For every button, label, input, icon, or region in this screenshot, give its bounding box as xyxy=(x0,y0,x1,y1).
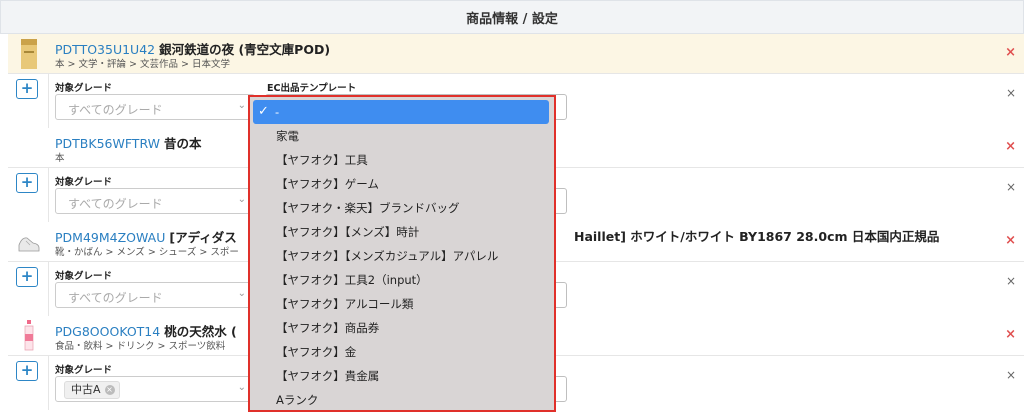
product-code-link[interactable]: PDM49M4ZOWAU xyxy=(55,230,165,245)
chevron-down-icon: ⌄ xyxy=(237,100,246,111)
product-code-link[interactable]: PDTBK56WFTRW xyxy=(55,136,160,151)
dropdown-option[interactable]: 【ヤフオク】貴金属 xyxy=(250,364,554,388)
dropdown-option[interactable]: 【ヤフオク・楽天】ブランドバッグ xyxy=(250,196,554,220)
grade-chip-label: 中古A xyxy=(71,383,101,396)
product-name: 桃の天然水 ( xyxy=(164,324,237,339)
grade-select[interactable]: すべてのグレード ⌄ xyxy=(55,282,255,308)
dropdown-option[interactable]: 【ヤフオク】工具2（input） xyxy=(250,268,554,292)
chip-remove-icon[interactable]: × xyxy=(104,385,115,395)
ec-template-label: EC出品テンプレート xyxy=(267,83,357,94)
dropdown-option[interactable]: 【ヤフオク】アルコール類 xyxy=(250,292,554,316)
dropdown-option[interactable]: 【ヤフオク】【メンズ】時計 xyxy=(250,220,554,244)
add-grade-button[interactable]: + xyxy=(16,267,38,287)
grade-label: 対象グレード xyxy=(55,177,113,188)
grade-select[interactable]: 中古A × ⌄ xyxy=(55,376,255,402)
panel-header: 商品情報 / 設定 xyxy=(0,0,1024,34)
product-name: 昔の本 xyxy=(163,136,202,151)
checkmark-icon: ✓ xyxy=(258,104,269,119)
dropdown-option[interactable]: Aランク xyxy=(250,388,554,410)
product-code-link[interactable]: PDTTO35U1U42 xyxy=(55,42,155,57)
product-name: [アディダス xyxy=(169,230,237,245)
remove-product-icon[interactable]: × xyxy=(1005,233,1016,248)
product-name-continued: Haillet] ホワイト/ホワイト BY1867 28.0cm 日本国内正規品 xyxy=(574,229,940,244)
product-settings-panel: 商品情報 / 設定 PDTTO35U1U42 銀河鉄道の夜 (青空文庫POD) … xyxy=(0,0,1024,417)
grade-label: 対象グレード xyxy=(55,271,113,282)
dropdown-option[interactable]: 【ヤフオク】工具 xyxy=(250,148,554,172)
add-grade-button[interactable]: + xyxy=(16,173,38,193)
bottle-thumbnail xyxy=(24,320,34,351)
dropdown-option[interactable]: 【ヤフオク】ゲーム xyxy=(250,172,554,196)
remove-row-icon[interactable]: × xyxy=(1006,274,1016,288)
grade-select[interactable]: すべてのグレード ⌄ xyxy=(55,94,255,120)
dropdown-option[interactable]: 【ヤフオク】金 xyxy=(250,340,554,364)
grade-label: 対象グレード xyxy=(55,365,113,376)
chevron-down-icon: ⌄ xyxy=(237,382,246,393)
shoe-thumbnail xyxy=(18,237,40,252)
grade-placeholder: すべてのグレード xyxy=(68,103,163,117)
chevron-down-icon: ⌄ xyxy=(237,288,246,299)
remove-product-icon[interactable]: × xyxy=(1005,139,1016,154)
grade-placeholder: すべてのグレード xyxy=(68,291,163,305)
remove-product-icon[interactable]: × xyxy=(1005,327,1016,342)
dropdown-option-selected[interactable]: ✓ - xyxy=(253,100,549,124)
panel-title: 商品情報 / 設定 xyxy=(466,11,558,27)
product-header: PDTTO35U1U42 銀河鉄道の夜 (青空文庫POD) 本 > 文学・評論 … xyxy=(8,34,1024,74)
ec-template-dropdown[interactable]: ✓ - 家電 【ヤフオク】工具 【ヤフオク】ゲーム 【ヤフオク・楽天】ブランドバ… xyxy=(248,95,556,412)
grade-chip: 中古A × xyxy=(64,381,120,399)
grade-placeholder: すべてのグレード xyxy=(68,197,163,211)
grade-label: 対象グレード xyxy=(55,83,113,94)
category-breadcrumb: 食品・飲料 > ドリンク > スポーツ飲料 xyxy=(55,341,226,352)
category-breadcrumb: 本 xyxy=(55,153,65,164)
add-grade-button[interactable]: + xyxy=(16,79,38,99)
dropdown-option[interactable]: 家電 xyxy=(250,124,554,148)
remove-product-icon[interactable]: × xyxy=(1005,45,1016,60)
dropdown-option[interactable]: 【ヤフオク】商品券 xyxy=(250,316,554,340)
grade-select[interactable]: すべてのグレード ⌄ xyxy=(55,188,255,214)
remove-row-icon[interactable]: × xyxy=(1006,368,1016,382)
remove-row-icon[interactable]: × xyxy=(1006,86,1016,100)
add-grade-button[interactable]: + xyxy=(16,361,38,381)
category-breadcrumb: 本 > 文学・評論 > 文芸作品 > 日本文学 xyxy=(55,59,230,70)
product-name: 銀河鉄道の夜 (青空文庫POD) xyxy=(159,42,331,57)
category-breadcrumb: 靴・かばん > メンズ > シューズ > スポー xyxy=(55,247,239,258)
product-code-link[interactable]: PDG8OOOKOT14 xyxy=(55,324,160,339)
dropdown-option[interactable]: 【ヤフオク】【メンズカジュアル】アパレル xyxy=(250,244,554,268)
book-thumbnail xyxy=(21,39,37,69)
remove-row-icon[interactable]: × xyxy=(1006,180,1016,194)
chevron-down-icon: ⌄ xyxy=(237,194,246,205)
